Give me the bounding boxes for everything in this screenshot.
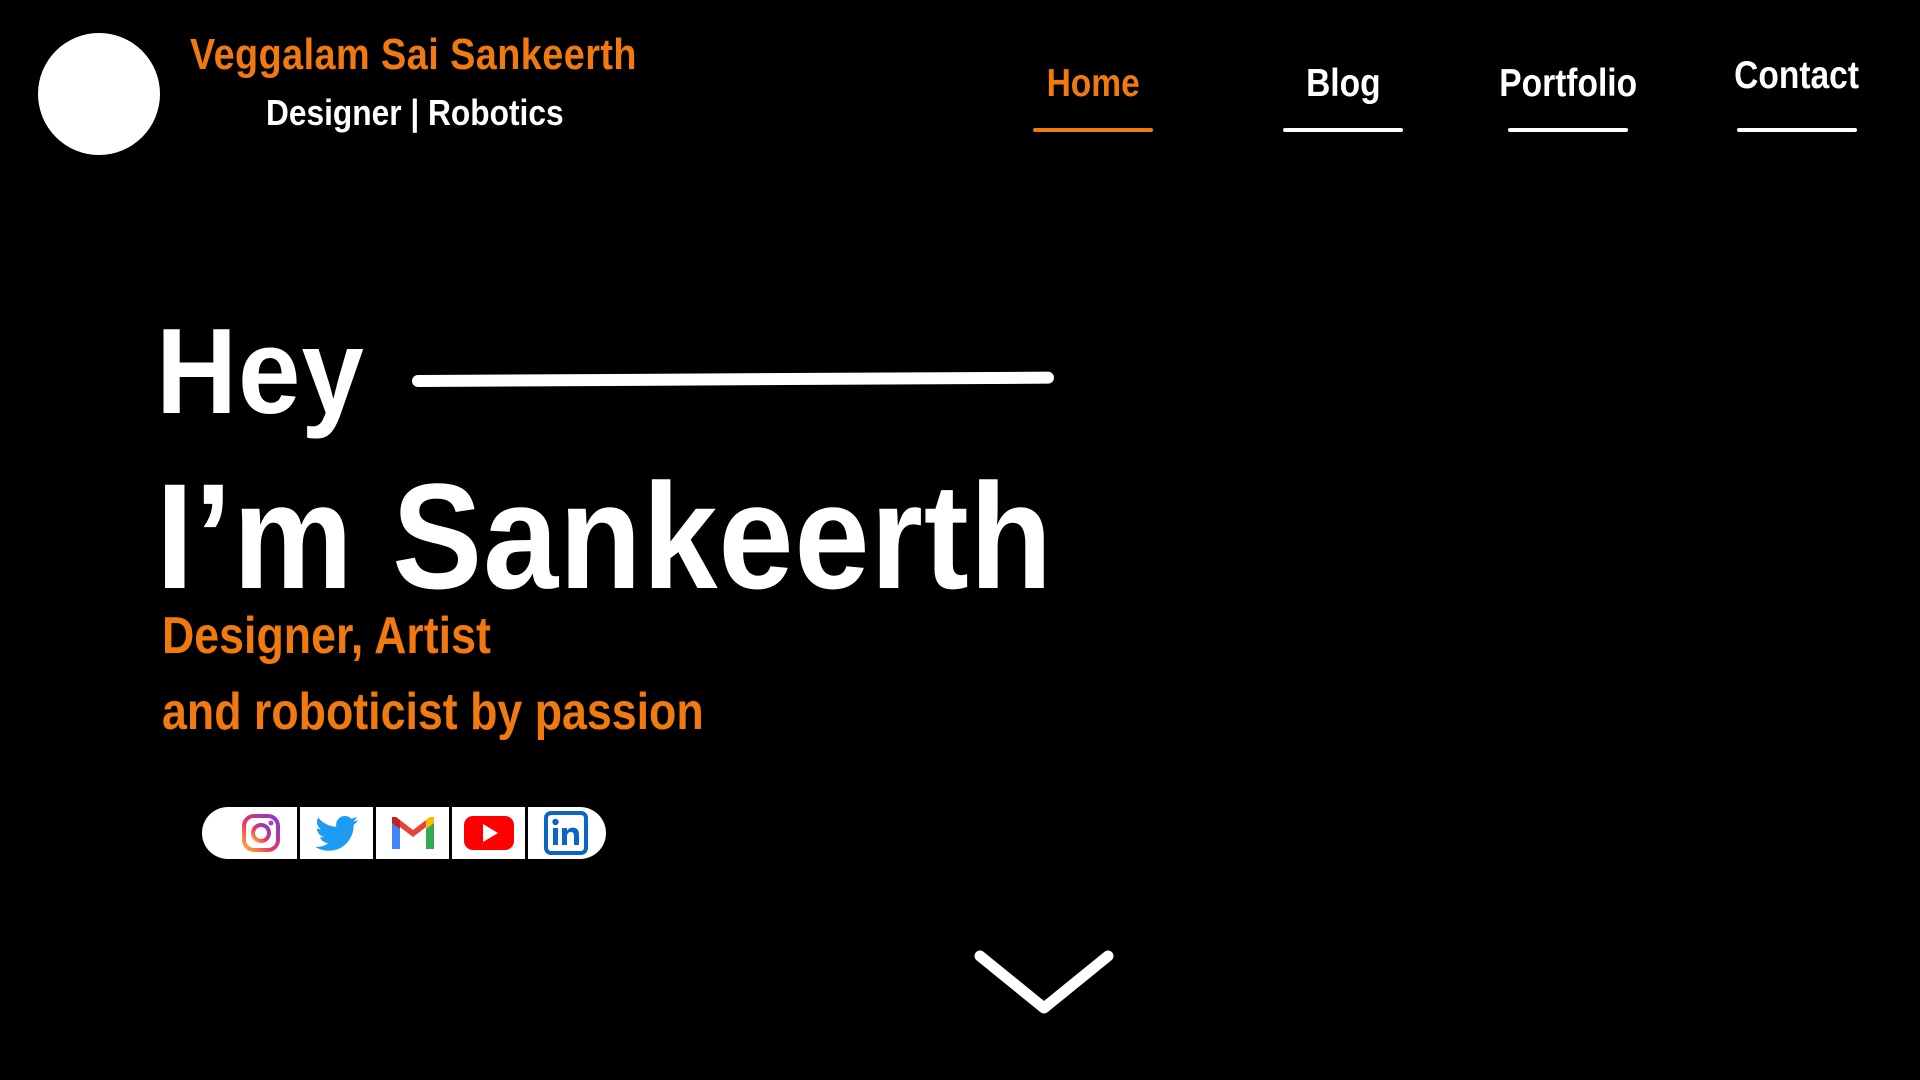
hero-subtitle-line2: and roboticist by passion	[162, 683, 704, 741]
twitter-icon	[314, 816, 358, 851]
hero-name: I’m Sankeerth	[156, 452, 1054, 620]
twitter-link[interactable]	[300, 807, 376, 859]
gmail-link[interactable]	[376, 807, 452, 859]
avatar[interactable]	[38, 33, 160, 155]
nav-portfolio-label: Portfolio	[1499, 62, 1637, 105]
nav-contact-label: Contact	[1734, 54, 1860, 97]
nav-contact-underline	[1737, 128, 1857, 132]
nav-blog[interactable]: Blog	[1283, 60, 1403, 132]
nav-home-label: Home	[1046, 62, 1140, 105]
hero-divider-line	[411, 371, 1055, 387]
brand-tagline: Designer | Robotics	[266, 92, 564, 133]
nav-blog-underline	[1283, 128, 1403, 132]
linkedin-icon	[544, 811, 588, 855]
nav-portfolio[interactable]: Portfolio	[1499, 60, 1637, 132]
nav-blog-label: Blog	[1305, 62, 1381, 105]
brand-name: Veggalam Sai Sankeerth	[190, 30, 637, 79]
youtube-link[interactable]	[452, 807, 528, 859]
chevron-down-icon	[974, 950, 1114, 1014]
gmail-icon	[391, 817, 434, 849]
nav-portfolio-underline	[1508, 128, 1628, 132]
scroll-down-button[interactable]	[970, 942, 1118, 1022]
instagram-icon	[241, 814, 280, 852]
linkedin-link[interactable]	[528, 807, 604, 859]
page: Veggalam Sai Sankeerth Designer | Roboti…	[0, 0, 1920, 1080]
hero-greeting: Hey	[156, 303, 365, 439]
nav-contact[interactable]: Contact	[1734, 52, 1860, 132]
youtube-icon	[463, 816, 514, 850]
instagram-link[interactable]	[224, 807, 300, 859]
nav-home[interactable]: Home	[1027, 60, 1159, 132]
hero-subtitle-line1: Designer, Artist	[162, 607, 491, 665]
social-bar	[202, 807, 606, 859]
nav-home-underline	[1033, 128, 1153, 132]
